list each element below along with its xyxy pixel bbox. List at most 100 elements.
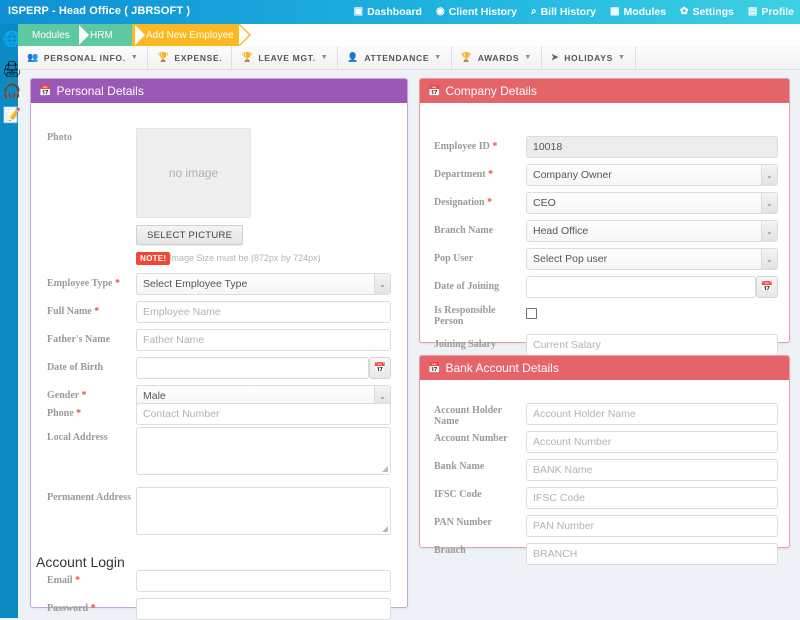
required-marker: * [74, 408, 82, 419]
required-marker: * [112, 278, 120, 289]
top-nav-label: Profile [761, 6, 794, 18]
id-card-icon: ▤ [748, 7, 757, 17]
branch-name-select[interactable]: Head Office⌄ [526, 220, 778, 242]
breadcrumb-label: Modules [32, 30, 70, 41]
phone-placeholder: Contact Number [143, 408, 219, 420]
local-address-textarea[interactable]: ◢ [136, 427, 391, 475]
subnav-item-awards[interactable]: 🏆Awards▼ [452, 46, 542, 69]
photo-placeholder-text: no image [169, 166, 218, 180]
account-holder-name-input[interactable]: Account Holder Name [526, 403, 778, 425]
branch-label: Branch [434, 545, 526, 556]
bank-account-details-header: 📅 Bank Account Details [420, 356, 789, 380]
gender-label: Gender * [47, 390, 137, 401]
pan-number-label: PAN Number [434, 517, 526, 528]
chevron-down-icon: ⌄ [761, 249, 777, 269]
notepad-pencil-icon[interactable]: 📝 [1, 104, 23, 126]
chevron-down-icon: ▼ [524, 54, 532, 61]
pan-number-input[interactable]: PAN Number [526, 515, 778, 537]
top-nav-label: Settings [692, 6, 733, 18]
calendar-icon: 📅 [428, 363, 440, 374]
branch-input[interactable]: BRANCH [526, 543, 778, 565]
is-responsible-person-label: Is Responsible Person [434, 305, 526, 327]
calendar-icon: 📅 [374, 363, 386, 374]
bank-account-details-title: Bank Account Details [445, 361, 558, 375]
trophy-icon: 🏆 [157, 52, 169, 63]
select-picture-button[interactable]: SELECT PICTURE [136, 225, 243, 245]
breadcrumb-label: HRM [90, 30, 113, 41]
top-nav-item-profile[interactable]: ▤ Profile [748, 6, 794, 18]
pop-user-value: Select Pop user [533, 253, 607, 265]
top-navigation-bar: ISPERP - Head Office ( JBRSOFT ) ▣Dashbo… [0, 0, 800, 24]
date-of-birth-input[interactable] [136, 357, 369, 379]
breadcrumb-separator-icon [135, 25, 145, 45]
subnav-item-personal-info[interactable]: 👥Personal Info.▼ [18, 46, 148, 69]
bank-name-placeholder: BANK Name [533, 464, 593, 476]
password-input[interactable] [136, 598, 391, 620]
is-responsible-person-checkbox[interactable] [526, 308, 537, 319]
subnav-label: Leave Mgt. [258, 53, 315, 63]
employee-type-select[interactable]: Select Employee Type ⌄ [136, 273, 391, 295]
chevron-down-icon: ⌄ [374, 274, 390, 294]
top-nav-item-bill-history[interactable]: ⌕Bill History [531, 6, 596, 18]
account-number-input[interactable]: Account Number [526, 431, 778, 453]
full-name-input[interactable]: Employee Name [136, 301, 391, 323]
subnav-item-holidays[interactable]: ➤ Holidays ▼ [542, 46, 636, 69]
top-nav-label: Modules [623, 6, 666, 18]
subnav-label: Expense. [174, 53, 222, 63]
pop-user-select[interactable]: Select Pop user ⌄ [526, 248, 778, 270]
date-of-joining-input[interactable] [526, 276, 756, 298]
bank-account-details-panel: 📅 Bank Account Details Account Holder Na… [419, 355, 790, 548]
ifsc-code-input[interactable]: IFSC Code [526, 487, 778, 509]
modules-grid-icon: ▦ [610, 7, 619, 17]
subnav-item-attendance[interactable]: 👤Attendance▼ [338, 46, 451, 69]
resize-grip-icon[interactable]: ◢ [382, 465, 388, 473]
sub-navigation-bar: 👥Personal Info.▼🏆Expense.🏆Leave Mgt.▼👤At… [18, 46, 800, 70]
breadcrumb-separator-icon [239, 25, 249, 45]
top-nav-item-settings[interactable]: ✿Settings [680, 6, 734, 18]
resize-grip-icon[interactable]: ◢ [382, 525, 388, 533]
chevron-down-icon: ▼ [131, 54, 139, 61]
gender-value: Male [143, 390, 166, 402]
calendar-icon: 📅 [761, 282, 773, 293]
subnav-item-leave-mgt[interactable]: 🏆Leave Mgt.▼ [232, 46, 338, 69]
breadcrumb-item-add-new-employee[interactable]: Add New Employee [132, 24, 240, 46]
top-nav-item-client-history[interactable]: ◉Client History [436, 6, 517, 18]
company-details-header: 📅 Company Details [420, 79, 789, 103]
pan-number-placeholder: PAN Number [533, 520, 594, 532]
joining-salary-input[interactable]: Current Salary [526, 334, 778, 356]
person-icon: 👤 [347, 52, 359, 63]
department-select[interactable]: Company Owner⌄ [526, 164, 778, 186]
department-label: Department * [434, 169, 526, 180]
permanent-address-textarea[interactable]: ◢ [136, 487, 391, 535]
subnav-label: Personal Info. [44, 53, 126, 63]
date-of-joining-label: Date of Joining [434, 281, 526, 292]
designation-value: CEO [533, 197, 556, 209]
required-marker: * [92, 306, 100, 317]
subnav-item-expense[interactable]: 🏆 Expense. [148, 46, 232, 69]
date-of-birth-calendar-button[interactable]: 📅 [369, 357, 391, 379]
email-input[interactable] [136, 570, 391, 592]
employee-id-field: 10018 [526, 136, 778, 158]
father-s-name-input[interactable]: Father Name [136, 329, 391, 351]
user-circle-icon: ◉ [436, 7, 445, 17]
top-nav-label: Dashboard [367, 6, 422, 18]
employee-type-value: Select Employee Type [143, 278, 247, 290]
breadcrumb-item-modules[interactable]: Modules [18, 24, 80, 46]
permanent-address-label: Permanent Address [47, 492, 137, 503]
support-agent-icon[interactable]: 🎧 [1, 80, 23, 102]
date-of-joining-calendar-button[interactable]: 📅 [756, 276, 778, 298]
account-login-heading: Account Login [36, 554, 125, 570]
top-nav-item-modules[interactable]: ▦ Modules [610, 6, 666, 18]
bank-name-input[interactable]: BANK Name [526, 459, 778, 481]
photo-preview[interactable]: no image [136, 128, 251, 218]
top-nav-item-dashboard[interactable]: ▣Dashboard [354, 6, 422, 18]
subnav-label: Holidays [564, 53, 613, 63]
chevron-down-icon: ▼ [618, 54, 626, 61]
password-label: Password * [47, 603, 137, 614]
designation-select[interactable]: CEO⌄ [526, 192, 778, 214]
required-marker: * [73, 575, 81, 586]
required-marker: * [485, 197, 493, 208]
personal-details-header: 📅 Personal Details [31, 79, 407, 103]
paper-plane-icon: ➤ [551, 52, 559, 63]
phone-input[interactable]: Contact Number [136, 403, 391, 425]
